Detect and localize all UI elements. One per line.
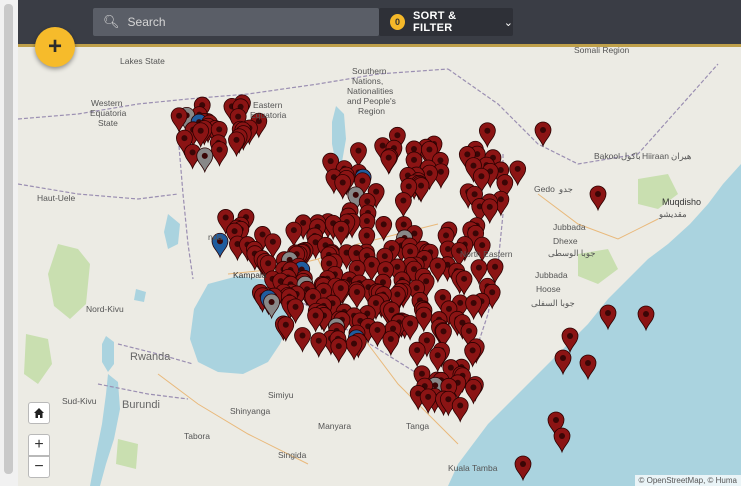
map-label: Nord-Kivu [86, 304, 124, 314]
map-marker-icon[interactable] [534, 121, 552, 148]
map-label: مقديشو [658, 209, 687, 220]
map-marker-icon[interactable] [332, 220, 350, 247]
map-label: Lakes State [120, 56, 165, 66]
map-label: Tabora [184, 431, 210, 441]
map-label: جوبا الوسطى [548, 248, 596, 259]
map-label: Sud-Kivu [62, 396, 97, 406]
park-area [24, 334, 52, 384]
map-label: Kampala [233, 270, 267, 280]
map-label: North Eastern [460, 249, 513, 259]
map-label: Equatoria [250, 110, 287, 120]
map-label: Dhexe [553, 236, 578, 246]
map-label: Manyara [318, 421, 351, 431]
map-label: جوبا السفلى [531, 298, 575, 309]
map-marker-icon[interactable] [465, 294, 483, 321]
map-label: Shinyanga [230, 406, 270, 416]
scrollbar[interactable] [0, 0, 19, 486]
map-label: Gedo [534, 184, 555, 194]
map-marker-icon[interactable] [382, 330, 400, 357]
map-marker-icon[interactable] [380, 149, 398, 175]
map-label: Bakool [594, 151, 620, 161]
map-label: and People's [347, 96, 396, 106]
lake-kivu [102, 336, 114, 372]
lake-albert [164, 214, 180, 249]
map-marker-icon[interactable] [369, 321, 386, 348]
map-label: Muqdisho [662, 197, 701, 207]
map-label: nda [208, 232, 222, 242]
park-area [48, 244, 90, 319]
search-placeholder: Search [127, 15, 166, 29]
home-icon [34, 408, 44, 418]
map-marker-icon[interactable] [228, 131, 245, 158]
zoom-out-button[interactable]: − [28, 456, 50, 478]
map-label: Jubbada [553, 222, 586, 232]
add-button[interactable]: + [35, 27, 75, 67]
scrollbar-thumb[interactable] [4, 4, 13, 474]
map-marker-icon[interactable] [348, 283, 366, 310]
map-marker-icon[interactable] [415, 306, 433, 333]
lake-tanganyika [90, 374, 120, 486]
map-label: Burundi [122, 399, 160, 411]
filter-count-badge: 0 [390, 14, 405, 30]
map-canvas[interactable]: Lakes State Western Equatoria State East… [18, 44, 741, 486]
top-bar-border [18, 44, 741, 47]
map-marker-icon[interactable] [394, 192, 412, 218]
map-label: Haut-Uele [37, 193, 76, 203]
park-area [116, 439, 138, 469]
map-label: Nations, [352, 76, 383, 86]
map-attribution[interactable]: © OpenStreetMap, © Huma [634, 475, 741, 486]
sort-filter-button[interactable]: 0 SORT & FILTER ⌄ [379, 8, 513, 36]
map-marker-icon[interactable] [481, 198, 499, 225]
map-marker-icon[interactable] [211, 141, 228, 167]
map-label: جدو [558, 184, 573, 195]
map-label: Tanga [406, 421, 429, 431]
map-label: Western [91, 98, 123, 108]
map-label: Eastern [253, 100, 283, 110]
map-marker-icon[interactable] [345, 335, 363, 361]
map-label: Hiiraan [642, 151, 669, 161]
map-label: Equatoria [90, 108, 127, 118]
map-label: Southern [352, 66, 387, 76]
map-marker-icon[interactable] [408, 341, 426, 368]
map-marker-icon[interactable] [465, 379, 482, 405]
map-label: Hoose [536, 284, 561, 294]
zoom-in-button[interactable]: + [28, 434, 50, 456]
map-marker-icon[interactable] [451, 397, 469, 423]
map-label: Simiyu [268, 390, 294, 400]
lake-edward [134, 289, 146, 302]
search-box[interactable]: 🔍︎ Search [93, 8, 379, 36]
sort-filter-label: SORT & FILTER [413, 10, 457, 34]
map-marker-icon[interactable] [192, 122, 210, 149]
map-label: Singida [278, 450, 307, 460]
chevron-down-icon: ⌄ [503, 16, 513, 29]
map-label: Kuala Tamba [448, 463, 498, 473]
home-button[interactable] [28, 402, 50, 424]
map-label: Nationalities [347, 86, 393, 96]
map-label: Region [358, 106, 385, 116]
map-label: State [98, 118, 118, 128]
map-label: باكول [621, 151, 641, 162]
map-marker-icon[interactable] [478, 122, 496, 148]
map-label: Jubbada [535, 270, 568, 280]
map-marker-icon[interactable] [330, 337, 348, 364]
map[interactable]: Lakes State Western Equatoria State East… [18, 44, 741, 486]
map-label: هيران [671, 151, 692, 162]
map-marker-icon[interactable] [589, 185, 607, 212]
map-label: Rwanda [130, 351, 171, 363]
map-marker-icon[interactable] [294, 327, 311, 353]
map-marker-icon[interactable] [196, 147, 214, 174]
map-marker-icon[interactable] [285, 221, 303, 248]
map-marker-icon[interactable] [375, 216, 393, 242]
map-marker-icon[interactable] [310, 332, 328, 358]
search-icon: 🔍︎ [103, 14, 120, 29]
map-marker-icon[interactable] [350, 142, 367, 168]
